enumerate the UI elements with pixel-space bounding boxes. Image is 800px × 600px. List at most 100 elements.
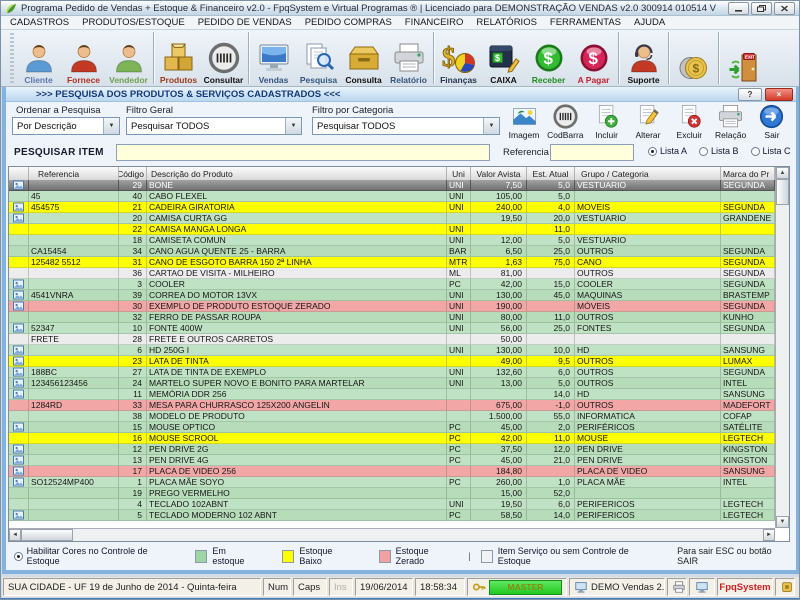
stock-colors-toggle[interactable]: Habilitar Cores no Controle de Estoque xyxy=(14,546,173,566)
column-header-grupo-categoria[interactable]: Grupo / Categoria xyxy=(575,167,721,180)
scroll-right-icon[interactable]: ► xyxy=(763,529,775,541)
table-row[interactable]: 4540CABO FLEXELUNI105,005,0 xyxy=(9,191,775,202)
action-button-alterar[interactable]: Alterar xyxy=(628,89,668,140)
menu-item-cadastros[interactable]: CADASTROS xyxy=(10,17,69,28)
table-row[interactable]: 18CAMISETA COMUNUNI12,005,0VESTUARIO xyxy=(9,235,775,246)
legend-separator: | xyxy=(468,551,470,561)
table-row[interactable]: 20CAMISA CURTA GG19,5020,0VESTUARIOGRAND… xyxy=(9,213,775,224)
column-header-est-atual[interactable]: Est. Atual xyxy=(527,167,575,180)
menu-item-produtos-estoque[interactable]: PRODUTOS/ESTOQUE xyxy=(82,17,185,28)
table-row[interactable]: 3COOLERPC42,0015,0COOLERSEGUNDA xyxy=(9,279,775,290)
toolbar-button-suporte[interactable]: Suporte xyxy=(621,30,666,86)
menu-item-financeiro[interactable]: FINANCEIRO xyxy=(405,17,464,28)
action-button-codbarra[interactable]: CodBarra xyxy=(545,89,585,140)
scroll-up-icon[interactable]: ▲ xyxy=(776,167,789,179)
toolbar-button-relat-rio[interactable]: Relatório xyxy=(386,30,431,86)
ordenar-combobox[interactable]: Por Descrição ▼ xyxy=(12,117,120,135)
toolbar-button-pesquisa[interactable]: Pesquisa xyxy=(296,30,341,86)
table-row[interactable]: 12345612345624MARTELO SUPER NOVO E BONIT… xyxy=(9,378,775,389)
toolbar-button-cliente[interactable]: Cliente xyxy=(16,30,61,86)
toolbar-button-consultar[interactable]: Consultar xyxy=(201,30,246,86)
table-row[interactable]: 45457521CADEIRA GIRATORIAUNI240,004,0MOV… xyxy=(9,202,775,213)
radio-lista-c[interactable]: Lista C xyxy=(751,146,791,156)
toolbar-button-caixa[interactable]: $CAIXA xyxy=(481,30,526,86)
menu-item-pedido-de-vendas[interactable]: PEDIDO DE VENDAS xyxy=(198,17,292,28)
toolbar-button-receber[interactable]: $Receber xyxy=(526,30,571,86)
toolbar-button-coin[interactable]: $ xyxy=(671,30,716,86)
table-row[interactable]: FRETE28FRETE E OUTROS CARRETOS50,00 xyxy=(9,334,775,345)
action-button-imagem[interactable]: Imagem xyxy=(504,89,544,140)
table-row[interactable]: 5TECLADO MODERNO 102 ABNTPC58,5014,0PERI… xyxy=(9,510,775,521)
hscroll-thumb[interactable] xyxy=(21,529,73,541)
table-row[interactable]: 6HD 250G IUNI130,0010,0HDSANSUNG xyxy=(9,345,775,356)
table-row[interactable]: 13PEN DRIVE 4GPC45,0021,0PEN DRIVEKINGST… xyxy=(9,455,775,466)
action-button-excluir[interactable]: Excluir xyxy=(669,89,709,140)
menu-item-ajuda[interactable]: AJUDA xyxy=(634,17,665,28)
table-row[interactable]: 188BC27LATA DE TINTA DE EXEMPLOUNI132,60… xyxy=(9,367,775,378)
scroll-left-icon[interactable]: ◄ xyxy=(9,529,21,541)
radio-lista-b[interactable]: Lista B xyxy=(699,146,739,156)
table-row[interactable]: 29BONEUNI7,505,0VESTUARIOSEGUNDA xyxy=(9,180,775,191)
scroll-down-icon[interactable]: ▼ xyxy=(776,516,789,528)
restore-button[interactable] xyxy=(751,2,772,15)
column-header-referencia[interactable]: Referencia xyxy=(29,167,119,180)
toolbar-button-produtos[interactable]: Produtos xyxy=(156,30,201,86)
horizontal-scrollbar[interactable]: ◄ ► xyxy=(9,528,775,541)
table-row[interactable]: 4TECLADO 102ABNTUNI19,506,0PERIFERICOSLE… xyxy=(9,499,775,510)
column-header-icon[interactable] xyxy=(9,167,29,180)
cell-marca: COFAP xyxy=(721,411,775,422)
column-header-c-digo[interactable]: Código xyxy=(119,167,147,180)
table-row[interactable]: SO12524MP4001PLACA MÃE SOYOPC260,001,0PL… xyxy=(9,477,775,488)
column-header-uni[interactable]: Uni xyxy=(447,167,471,180)
filtro-categoria-combobox[interactable]: Pesquisar TODOS ▼ xyxy=(312,117,500,135)
column-header-marca-do-pr[interactable]: Marca do Pr xyxy=(721,167,775,180)
table-row[interactable]: 5234710FONTE 400WUNI56,0025,0FONTESSEGUN… xyxy=(9,323,775,334)
close-button[interactable] xyxy=(774,2,795,15)
table-row[interactable]: 125482 551231CANO DE ESGOTO BARRA 150 2ª… xyxy=(9,257,775,268)
menu-item-ferramentas[interactable]: FERRAMENTAS xyxy=(550,17,621,28)
minimize-button[interactable] xyxy=(728,2,749,15)
table-row[interactable]: 19PREGO VERMELHO15,0052,0 xyxy=(9,488,775,499)
action-button-sair[interactable]: Sair xyxy=(752,89,792,140)
table-row[interactable]: 22CAMISA MANGA LONGAUNI11,0 xyxy=(9,224,775,235)
table-row[interactable]: 23LATA DE TINTA49,009,5OUTROSLUMAX xyxy=(9,356,775,367)
table-row[interactable]: 32FERRO DE PASSAR ROUPAUNI80,0011,0OUTRO… xyxy=(9,312,775,323)
column-header-valor-avista[interactable]: Valor Avista xyxy=(471,167,527,180)
toolbar-button-vendas[interactable]: Vendas xyxy=(251,30,296,86)
cell-valor-avista: 12,00 xyxy=(471,235,527,246)
cell-image xyxy=(9,345,29,356)
table-row[interactable]: 11MEMÓRIA DDR 25614,0HDSANSUNG xyxy=(9,389,775,400)
radio-lista-a[interactable]: Lista A xyxy=(648,146,687,156)
column-header-descri-o-do-produto[interactable]: Descrição do Produto xyxy=(147,167,447,180)
filtro-geral-combobox[interactable]: Pesquisar TODOS ▼ xyxy=(126,117,302,135)
table-row[interactable]: 30EXEMPLO DE PRODUTO ESTOQUE ZERADOUNI19… xyxy=(9,301,775,312)
cell-codigo: 23 xyxy=(119,356,147,367)
vscroll-thumb[interactable] xyxy=(776,179,789,205)
referencia-input[interactable] xyxy=(550,144,634,161)
cell-referencia xyxy=(29,180,119,191)
toolbar-button-exit-door[interactable]: EXIT xyxy=(721,30,766,86)
toolbar-button-consulta[interactable]: Consulta xyxy=(341,30,386,86)
sphere-red-icon: $ xyxy=(577,41,611,75)
cell-grupo: HD xyxy=(575,345,721,356)
table-row[interactable]: 12PEN DRIVE 2GPC37,5012,0PEN DRIVEKINGST… xyxy=(9,444,775,455)
pesquisar-item-input[interactable] xyxy=(116,144,490,161)
action-button-incluir[interactable]: Incluir xyxy=(587,89,627,140)
table-row[interactable]: 4541VNRA39CORREA DO MOTOR 13VXUNI130,004… xyxy=(9,290,775,301)
table-row[interactable]: CA1545434CANO AGUA QUENTE 25 - BARRABAR6… xyxy=(9,246,775,257)
table-row[interactable]: 38MODELO DE PRODUTO1.500,0055,0INFORMATI… xyxy=(9,411,775,422)
toolbar-button-finan-as[interactable]: $Finanças xyxy=(436,30,481,86)
vertical-scrollbar[interactable]: ▲ ▼ xyxy=(775,167,789,528)
table-row[interactable]: 16MOUSE SCROOLPC42,0011,0MOUSELEGTECH xyxy=(9,433,775,444)
table-row[interactable]: 1284RD33MESA PARA CHURRASCO 125X200 ANGE… xyxy=(9,400,775,411)
table-row[interactable]: 15MOUSE OPTICOPC45,002,0PERIFÉRICOSSATÉL… xyxy=(9,422,775,433)
menu-item-pedido-compras[interactable]: PEDIDO COMPRAS xyxy=(305,17,392,28)
cell-valor-avista xyxy=(471,224,527,235)
toolbar-button-fornece[interactable]: Fornece xyxy=(61,30,106,86)
table-row[interactable]: 17PLACA DE VIDEO 256184,80PLACA DE VIDEO… xyxy=(9,466,775,477)
menu-item-relat-rios[interactable]: RELATÓRIOS xyxy=(476,17,537,28)
toolbar-button-vendedor[interactable]: Vendedor xyxy=(106,30,151,86)
toolbar-button-a-pagar[interactable]: $A Pagar xyxy=(571,30,616,86)
table-row[interactable]: 36CARTAO DE VISITA - MILHEIROML81,00OUTR… xyxy=(9,268,775,279)
action-button-rela-o[interactable]: Relação xyxy=(711,89,751,140)
